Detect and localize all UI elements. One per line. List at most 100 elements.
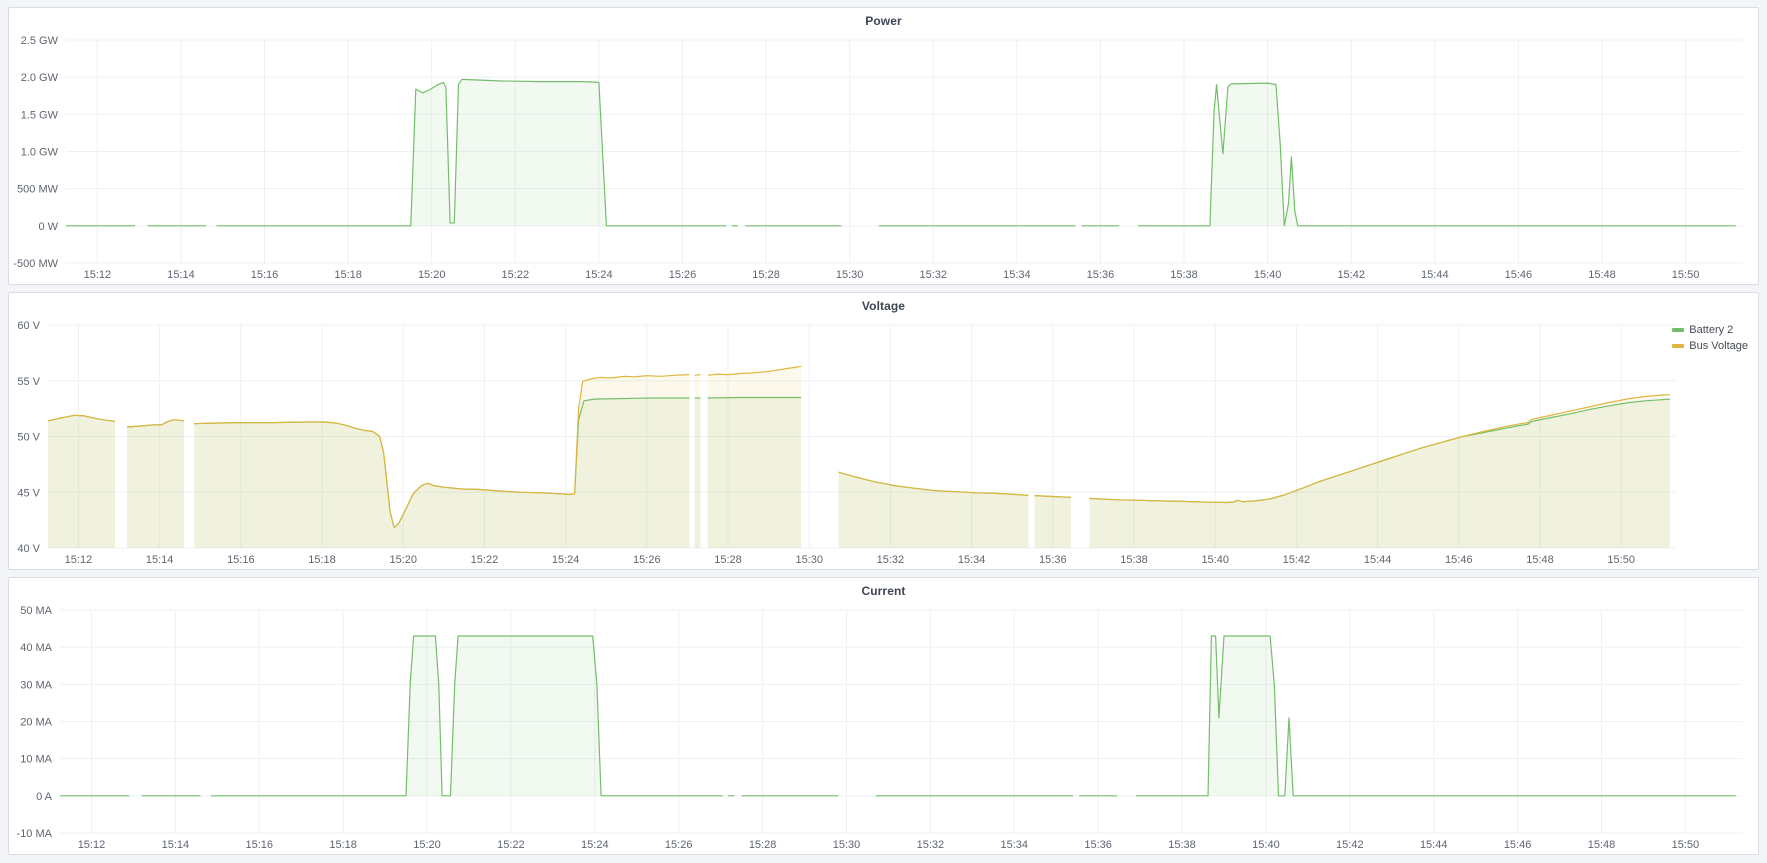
y-tick-label: 1.0 GW xyxy=(21,147,59,159)
x-tick-label: 15:18 xyxy=(334,269,362,281)
voltage-panel-header: Voltage xyxy=(9,293,1758,319)
y-tick-label: 55 V xyxy=(17,376,40,388)
x-tick-label: 15:46 xyxy=(1505,269,1533,281)
y-tick-label: 10 MA xyxy=(20,754,52,766)
series-area-bus-voltage xyxy=(194,375,689,548)
x-tick-label: 15:12 xyxy=(78,839,106,851)
legend-item-bus-voltage[interactable]: Bus Voltage xyxy=(1672,339,1748,353)
x-tick-label: 15:42 xyxy=(1337,269,1365,281)
y-tick-label: 20 MA xyxy=(20,717,52,729)
x-tick-label: 15:18 xyxy=(308,554,336,566)
x-tick-label: 15:34 xyxy=(1000,839,1028,851)
x-tick-label: 15:24 xyxy=(552,554,580,566)
series-area-bus-voltage xyxy=(48,415,115,548)
y-tick-label: 500 MW xyxy=(17,184,59,196)
x-tick-label: 15:40 xyxy=(1201,554,1229,566)
x-tick-label: 15:14 xyxy=(146,554,174,566)
series-line-battery-2 xyxy=(708,398,801,399)
y-tick-label: 1.5 GW xyxy=(21,109,59,121)
y-tick-label: 2.5 GW xyxy=(21,35,59,47)
x-tick-label: 15:16 xyxy=(227,554,255,566)
x-tick-label: 15:42 xyxy=(1336,839,1364,851)
x-tick-label: 15:38 xyxy=(1168,839,1196,851)
chart-svg[interactable]: 50 MA40 MA30 MA20 MA10 MA0 A-10 MA15:121… xyxy=(9,604,1758,854)
x-tick-label: 15:24 xyxy=(585,269,613,281)
x-tick-label: 15:38 xyxy=(1170,269,1198,281)
x-tick-label: 15:36 xyxy=(1084,839,1112,851)
x-tick-label: 15:30 xyxy=(795,554,823,566)
x-tick-label: 15:18 xyxy=(329,839,357,851)
x-tick-label: 15:36 xyxy=(1087,269,1115,281)
voltage-panel-title[interactable]: Voltage xyxy=(862,299,905,313)
x-tick-label: 15:32 xyxy=(917,839,945,851)
x-tick-label: 15:46 xyxy=(1445,554,1473,566)
x-tick-label: 15:44 xyxy=(1364,554,1392,566)
series-area-power xyxy=(1138,83,1736,226)
current-chart[interactable]: 50 MA40 MA30 MA20 MA10 MA0 A-10 MA15:121… xyxy=(9,604,1758,854)
series-area-bus-voltage xyxy=(1035,496,1072,548)
series-area-current xyxy=(1136,636,1736,796)
x-tick-label: 15:14 xyxy=(167,269,195,281)
x-tick-label: 15:32 xyxy=(877,554,905,566)
x-tick-label: 15:20 xyxy=(413,839,441,851)
x-tick-label: 15:16 xyxy=(245,839,273,851)
y-tick-label: 40 MA xyxy=(20,642,52,654)
legend-swatch-bus-voltage xyxy=(1672,344,1684,348)
x-tick-label: 15:12 xyxy=(65,554,93,566)
x-tick-label: 15:30 xyxy=(836,269,864,281)
x-tick-label: 15:22 xyxy=(471,554,499,566)
legend-swatch-battery-2 xyxy=(1672,328,1684,332)
x-tick-label: 15:22 xyxy=(497,839,525,851)
chart-svg[interactable]: 60 V 55 V 50 V 45 V 40 V 15:12 15:14 15:16 15:18… xyxy=(9,319,1758,569)
x-tick-label: 15:44 xyxy=(1420,839,1448,851)
x-tick-label: 15:34 xyxy=(958,554,986,566)
y-tick-label: 50 V xyxy=(17,432,40,444)
power-panel-title[interactable]: Power xyxy=(865,14,902,28)
x-tick-label: 15:26 xyxy=(633,554,661,566)
chart-svg[interactable]: 2.5 GW2.0 GW1.5 GW1.0 GW500 MW0 W-500 MW… xyxy=(9,34,1758,284)
power-chart[interactable]: 2.5 GW2.0 GW1.5 GW1.0 GW500 MW0 W-500 MW… xyxy=(9,34,1758,284)
x-tick-label: 15:26 xyxy=(665,839,693,851)
legend-label-bus-voltage: Bus Voltage xyxy=(1689,339,1748,353)
voltage-panel: Voltage 60 V 55 V 50 V 45 V 40 V 15:12 15:14 15… xyxy=(8,292,1759,570)
x-tick-label: 15:22 xyxy=(502,269,530,281)
x-tick-label: 15:16 xyxy=(251,269,279,281)
x-tick-label: 15:38 xyxy=(1120,554,1148,566)
x-tick-label: 15:32 xyxy=(919,269,947,281)
y-tick-label: 60 V xyxy=(17,320,40,332)
x-tick-label: 15:34 xyxy=(1003,269,1031,281)
x-tick-label: 15:44 xyxy=(1421,269,1449,281)
x-tick-label: 15:12 xyxy=(84,269,112,281)
x-tick-label: 15:50 xyxy=(1672,839,1700,851)
y-tick-label: 0 W xyxy=(38,221,58,233)
x-tick-label: 15:28 xyxy=(749,839,777,851)
x-tick-label: 15:46 xyxy=(1504,839,1532,851)
x-tick-label: 15:20 xyxy=(389,554,417,566)
power-panel: Power 2.5 GW2.0 GW1.5 GW1.0 GW500 MW0 W-… xyxy=(8,7,1759,285)
y-tick-label: 2.0 GW xyxy=(21,72,59,84)
voltage-legend: Battery 2 Bus Voltage xyxy=(1672,323,1748,353)
y-tick-label: 40 V xyxy=(17,543,40,555)
x-tick-label: 15:24 xyxy=(581,839,609,851)
y-tick-label: 45 V xyxy=(17,487,40,499)
x-tick-label: 15:42 xyxy=(1283,554,1311,566)
series-area-bus-voltage xyxy=(127,420,184,548)
voltage-chart[interactable]: 60 V 55 V 50 V 45 V 40 V 15:12 15:14 15:16 15:18… xyxy=(9,319,1758,569)
x-tick-label: 15:48 xyxy=(1588,269,1616,281)
series-line-bus-voltage xyxy=(695,375,701,376)
power-panel-header: Power xyxy=(9,8,1758,34)
y-tick-label: 30 MA xyxy=(20,679,52,691)
current-panel-title[interactable]: Current xyxy=(861,584,905,598)
x-tick-label: 15:50 xyxy=(1607,554,1635,566)
x-tick-label: 15:26 xyxy=(669,269,697,281)
y-tick-label: 50 MA xyxy=(20,605,52,617)
series-area-bus-voltage xyxy=(1089,395,1670,548)
x-tick-label: 15:50 xyxy=(1672,269,1700,281)
x-tick-label: 15:30 xyxy=(833,839,861,851)
series-area-power xyxy=(217,79,727,225)
legend-item-battery-2[interactable]: Battery 2 xyxy=(1672,323,1748,337)
x-tick-label: 15:36 xyxy=(1039,554,1067,566)
series-area-bus-voltage xyxy=(708,366,801,548)
y-tick-label: 0 A xyxy=(36,791,53,803)
legend-label-battery-2: Battery 2 xyxy=(1689,323,1733,337)
